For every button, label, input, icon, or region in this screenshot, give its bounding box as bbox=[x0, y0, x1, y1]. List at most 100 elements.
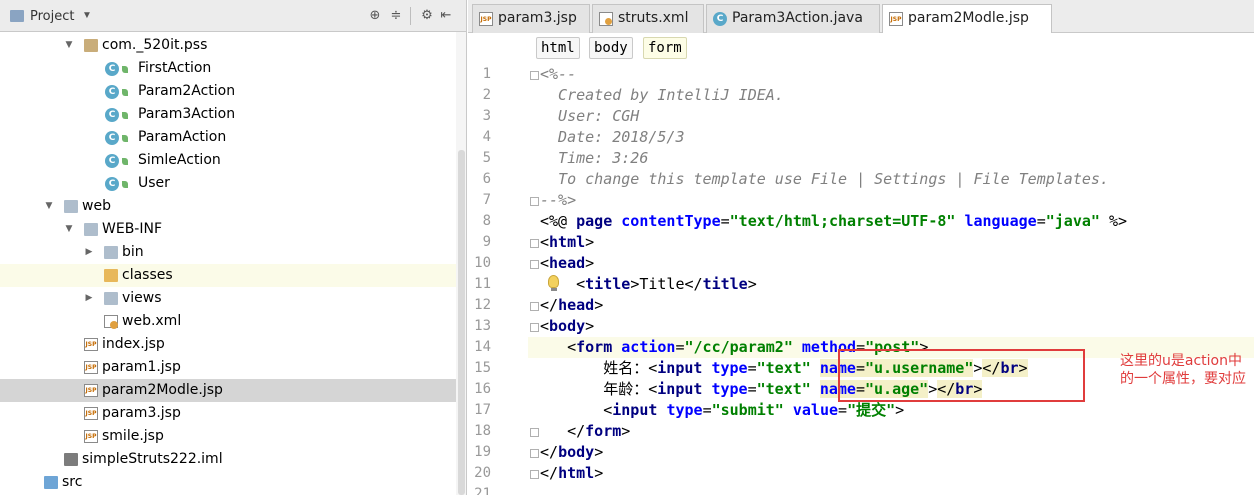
tree-item-folder[interactable]: ▶ bin bbox=[0, 241, 466, 264]
line-number: 9 bbox=[482, 234, 491, 250]
breadcrumb-body[interactable]: body bbox=[589, 37, 633, 59]
fold-icon[interactable] bbox=[530, 260, 539, 269]
tab-param2modle-jsp[interactable]: JSP param2Modle.jsp bbox=[882, 4, 1052, 34]
collapse-arrow-icon[interactable]: ▶ bbox=[84, 247, 94, 257]
tree-item-label: param3.jsp bbox=[102, 405, 181, 421]
jsp-file-icon: JSP bbox=[84, 338, 98, 351]
tree-item-file[interactable]: JSP smile.jsp bbox=[0, 425, 466, 448]
tree-item-label: param1.jsp bbox=[102, 359, 181, 375]
tree-item-label: SimleAction bbox=[138, 152, 221, 168]
code-tag: body bbox=[558, 443, 595, 461]
tree-item-label: smile.jsp bbox=[102, 428, 164, 444]
fold-icon[interactable] bbox=[530, 428, 539, 437]
jsp-file-icon: JSP bbox=[84, 430, 98, 443]
tree-item-file[interactable]: JSP param3.jsp bbox=[0, 402, 466, 425]
collapse-arrow-icon[interactable]: ▶ bbox=[84, 293, 94, 303]
tree-item-folder[interactable]: ▼ web bbox=[0, 195, 466, 218]
tab-param3-jsp[interactable]: JSP param3.jsp bbox=[472, 4, 590, 33]
iml-file-icon bbox=[64, 453, 78, 466]
tree-item-folder[interactable]: ▼ WEB-INF bbox=[0, 218, 466, 241]
tree-item-class[interactable]: C ParamAction bbox=[0, 126, 466, 149]
src-folder-icon bbox=[44, 476, 58, 489]
tree-item-folder[interactable]: ▶ views bbox=[0, 287, 466, 310]
folder-icon bbox=[64, 200, 78, 213]
project-toolbar: Project ▼ ⊕ ≑ ⚙ ⇤ bbox=[0, 0, 466, 32]
tree-item-class[interactable]: C SimleAction bbox=[0, 149, 466, 172]
fold-icon[interactable] bbox=[530, 302, 539, 311]
tree-item-label: ParamAction bbox=[138, 129, 227, 145]
line-number: 10 bbox=[474, 255, 491, 271]
tree-item-file[interactable]: JSP param1.jsp bbox=[0, 356, 466, 379]
line-number: 18 bbox=[474, 423, 491, 439]
tree-item-label: classes bbox=[122, 267, 173, 283]
annotation-highlight-box bbox=[838, 349, 1085, 402]
line-number: 1 bbox=[482, 66, 491, 82]
tree-item-file[interactable]: web.xml bbox=[0, 310, 466, 333]
line-number: 12 bbox=[474, 297, 491, 313]
collapse-all-icon[interactable]: ≑ bbox=[387, 7, 405, 25]
tree-item-class[interactable]: C Param2Action bbox=[0, 80, 466, 103]
tree-item-folder[interactable]: src bbox=[0, 471, 466, 494]
line-number: 20 bbox=[474, 465, 491, 481]
project-view-selector[interactable]: Project bbox=[30, 9, 74, 24]
code-line: <head> bbox=[540, 254, 595, 272]
fold-icon[interactable] bbox=[530, 239, 539, 248]
scrollbar-thumb[interactable] bbox=[458, 150, 465, 495]
class-icon: C bbox=[105, 177, 119, 191]
tree-item-file[interactable]: JSP index.jsp bbox=[0, 333, 466, 356]
chevron-down-icon[interactable]: ▼ bbox=[82, 10, 92, 21]
tab-param3action-java[interactable]: C Param3Action.java bbox=[706, 4, 880, 33]
tree-item-label: web.xml bbox=[122, 313, 182, 329]
breadcrumb-html[interactable]: html bbox=[536, 37, 580, 59]
tree-item-class[interactable]: C User bbox=[0, 172, 466, 195]
line-number: 11 bbox=[474, 276, 491, 292]
tab-label: param3.jsp bbox=[498, 10, 577, 26]
code-string: "text/html;charset=UTF-8" bbox=[729, 212, 956, 230]
code-tag: input bbox=[657, 359, 703, 377]
code-attr: value bbox=[792, 401, 839, 419]
tree-item-folder[interactable]: classes bbox=[0, 264, 466, 287]
class-icon: C bbox=[713, 12, 727, 26]
fold-icon[interactable] bbox=[530, 71, 539, 80]
tree-item-file[interactable]: simpleStruts222.iml bbox=[0, 448, 466, 471]
tree-item-file-selected[interactable]: JSP param2Modle.jsp bbox=[0, 379, 466, 402]
fold-icon[interactable] bbox=[530, 449, 539, 458]
code-line: Date: 2018/5/3 bbox=[540, 128, 685, 146]
xml-file-icon bbox=[104, 315, 118, 329]
tree-item-label: simpleStruts222.iml bbox=[82, 451, 223, 467]
code-text: Title bbox=[639, 275, 685, 293]
code-tag: html bbox=[549, 233, 586, 251]
expand-arrow-icon[interactable]: ▼ bbox=[64, 224, 74, 234]
breadcrumb-form[interactable]: form bbox=[643, 37, 687, 59]
expand-arrow-icon[interactable]: ▼ bbox=[64, 40, 74, 50]
leaf-icon bbox=[122, 89, 128, 96]
code-string: "java" bbox=[1045, 212, 1100, 230]
hide-panel-icon[interactable]: ⇤ bbox=[437, 7, 455, 25]
tree-item-label: bin bbox=[122, 244, 144, 260]
folder-yellow-icon bbox=[104, 269, 118, 282]
code-string: "text" bbox=[756, 380, 811, 398]
target-icon[interactable]: ⊕ bbox=[366, 7, 384, 25]
fold-icon[interactable] bbox=[530, 470, 539, 479]
editor: JSP param3.jsp struts.xml C Param3Action… bbox=[468, 0, 1254, 495]
tab-struts-xml[interactable]: struts.xml bbox=[592, 4, 704, 33]
tree-item-class[interactable]: C FirstAction bbox=[0, 57, 466, 80]
code-string: "提交" bbox=[847, 401, 896, 419]
code-area[interactable]: <%-- Created by IntelliJ IDEA. User: CGH… bbox=[540, 63, 1254, 495]
code-attr: action bbox=[621, 338, 676, 356]
code-line: <html> bbox=[540, 233, 595, 251]
line-number: 6 bbox=[482, 171, 491, 187]
tree-item-label: src bbox=[62, 474, 83, 490]
tree-item-package[interactable]: ▼ com._520it.pss bbox=[0, 34, 466, 57]
line-number: 14 bbox=[474, 339, 491, 355]
tree-item-label: Param3Action bbox=[138, 106, 236, 122]
code-string: "/cc/param2" bbox=[684, 338, 793, 356]
fold-icon[interactable] bbox=[530, 197, 539, 206]
line-number: 13 bbox=[474, 318, 491, 334]
code-tag: title bbox=[702, 275, 748, 293]
expand-arrow-icon[interactable]: ▼ bbox=[44, 201, 54, 211]
fold-icon[interactable] bbox=[530, 323, 539, 332]
folder-icon bbox=[104, 292, 118, 305]
tree-item-class[interactable]: C Param3Action bbox=[0, 103, 466, 126]
gear-icon[interactable]: ⚙ bbox=[418, 7, 436, 25]
